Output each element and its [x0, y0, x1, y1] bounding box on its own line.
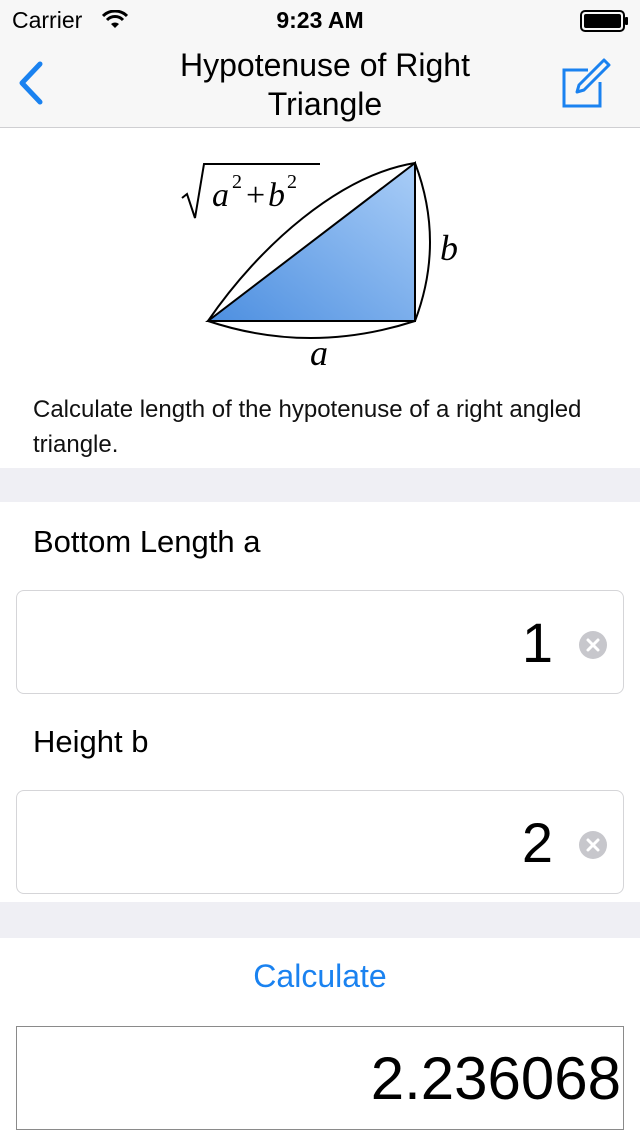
clear-icon[interactable] [579, 631, 607, 659]
height-input[interactable]: 2 [16, 790, 624, 894]
compose-icon [562, 58, 611, 108]
status-time: 9:23 AM [276, 7, 364, 33]
section-separator [0, 468, 640, 502]
formula-exponent-b: 2 [287, 171, 297, 193]
height-label: Height b [33, 724, 149, 759]
bottom-length-value: 1 [521, 611, 553, 674]
result-value: 2.236068 [370, 1045, 621, 1112]
section-separator [0, 902, 640, 938]
status-bar: Carrier 9:23 AM [0, 0, 640, 40]
formula-base-b: b [268, 177, 285, 214]
formula-base-a: a [212, 177, 229, 214]
bottom-length-label: Bottom Length a [33, 524, 261, 559]
side-label-a: a [310, 333, 328, 373]
navigation-bar: Hypotenuse of Right Triangle [0, 40, 640, 128]
battery-icon [580, 10, 630, 37]
formula-exponent-a: 2 [232, 171, 242, 193]
formula-plus: + [246, 177, 265, 214]
description-text: Calculate length of the hypotenuse of a … [33, 396, 582, 458]
clear-icon[interactable] [579, 831, 607, 859]
page-title: Hypotenuse of Right Triangle [180, 47, 470, 122]
bottom-length-input[interactable]: 1 [16, 590, 624, 694]
calculate-button[interactable]: Calculate [0, 958, 640, 995]
edit-button[interactable] [558, 58, 612, 108]
result-field: 2.236068 [16, 1026, 624, 1130]
chevron-left-icon [19, 61, 43, 105]
height-value: 2 [521, 811, 553, 874]
hypotenuse-diagram: a 2 + b 2 b a [170, 150, 470, 380]
back-button[interactable] [12, 58, 56, 108]
side-label-b: b [440, 228, 458, 268]
